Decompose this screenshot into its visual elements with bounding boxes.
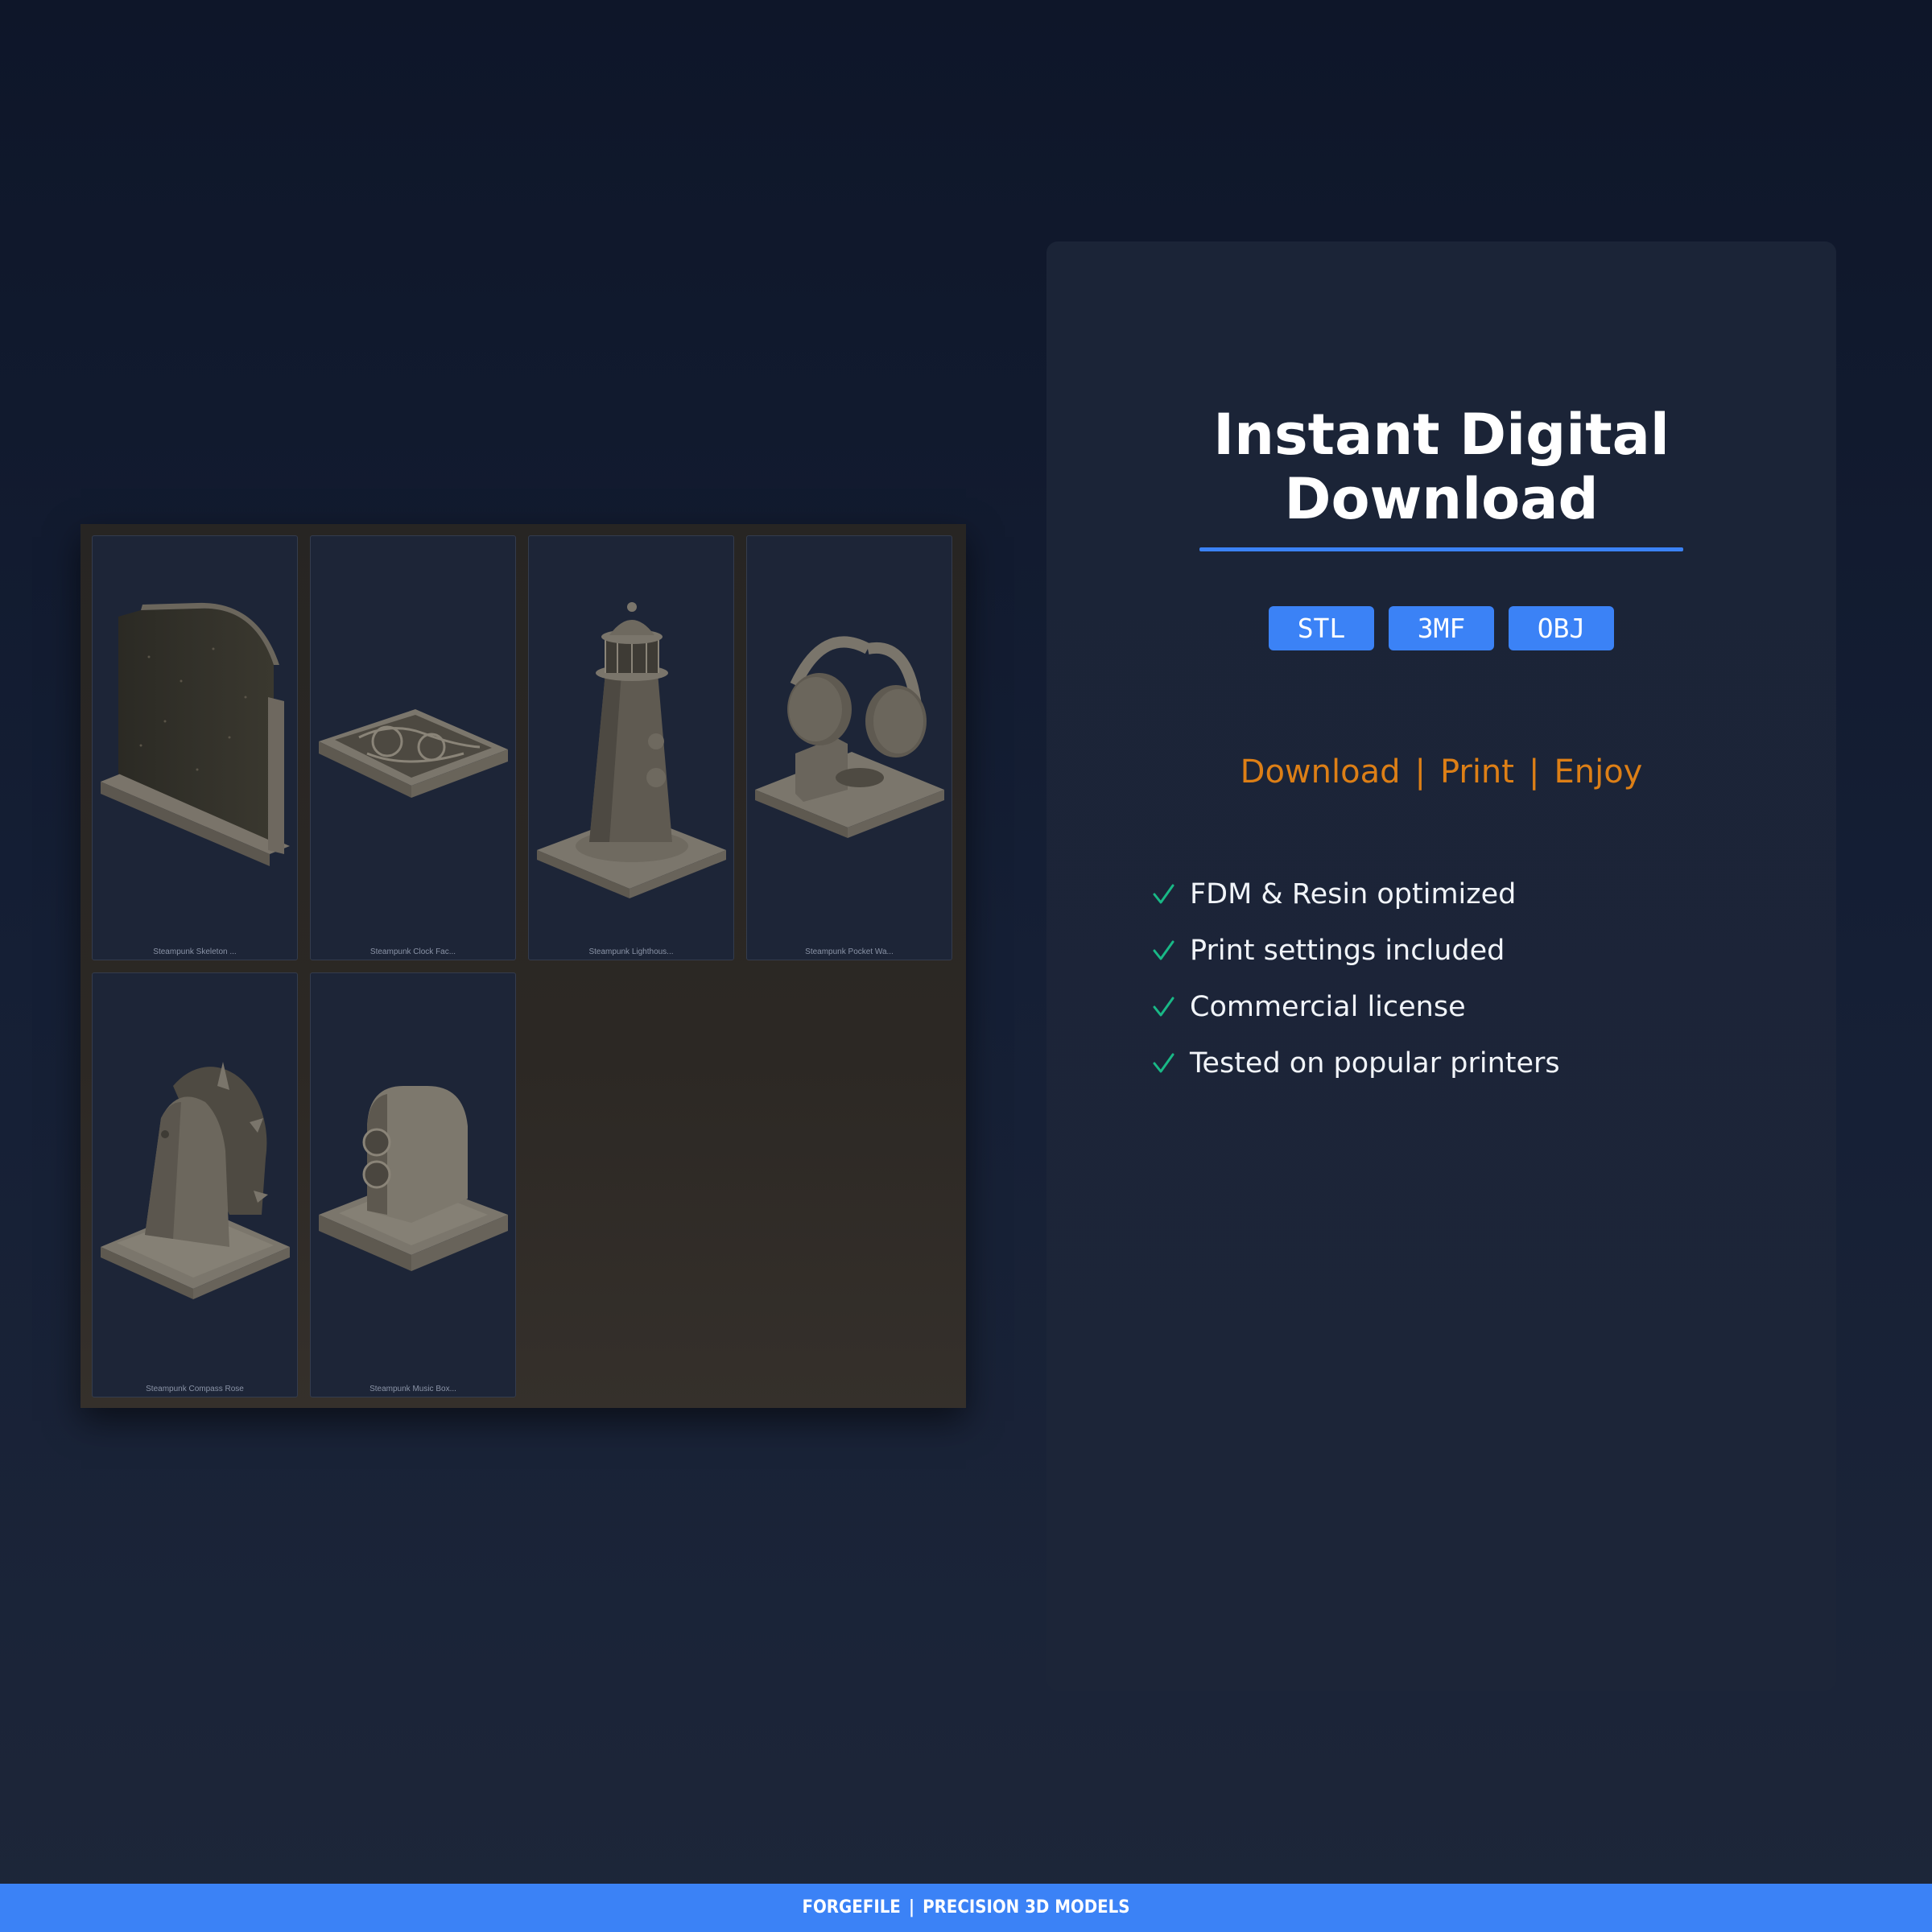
feature-item: FDM & Resin optimized [1151, 866, 1560, 923]
check-icon [1153, 940, 1174, 960]
tagline-print: Print [1439, 753, 1514, 791]
footer-separator: | [908, 1897, 915, 1918]
info-panel: Instant Digital Download STL 3MF OBJ Dow… [1046, 242, 1836, 1690]
skeleton-clock-model [101, 602, 290, 866]
footer-brand: FORGEFILE [802, 1897, 901, 1918]
check-icon [1153, 997, 1174, 1017]
title-line-1: Instant Digital [1213, 402, 1670, 468]
feature-item: Print settings included [1151, 923, 1560, 979]
card-caption: Steampunk Compass Rose [146, 1385, 244, 1393]
format-badge-obj: OBJ [1509, 606, 1614, 650]
tagline-enjoy: Enjoy [1554, 753, 1643, 791]
feature-list: FDM & Resin optimized Print settings inc… [1151, 866, 1560, 1092]
pocket-watch-stand-model [755, 636, 944, 838]
tagline-separator: | [1414, 753, 1426, 791]
model-card-music-box[interactable]: Steampunk Music Box... [310, 972, 516, 1397]
title-line-2: Download [1284, 466, 1599, 532]
card-caption: Steampunk Pocket Wa... [805, 947, 894, 956]
format-badge-stl: STL [1269, 606, 1374, 650]
card-caption: Steampunk Skeleton ... [153, 947, 237, 956]
model-card-pocket-watch[interactable]: Steampunk Pocket Wa... [746, 535, 952, 960]
feature-text: Tested on popular printers [1190, 1047, 1560, 1080]
lighthouse-model [537, 602, 726, 898]
music-box-model [319, 1086, 508, 1271]
feature-text: Commercial license [1190, 991, 1466, 1023]
title-underline [1199, 547, 1683, 551]
model-card-lighthouse[interactable]: Steampunk Lighthous... [528, 535, 734, 960]
tagline-separator: | [1528, 753, 1540, 791]
model-card-clock-face[interactable]: Steampunk Clock Fac... [310, 535, 516, 960]
check-icon [1153, 1053, 1174, 1073]
footer-slogan: PRECISION 3D MODELS [923, 1897, 1130, 1918]
tagline-download: Download [1240, 753, 1401, 791]
format-badges: STL 3MF OBJ [1046, 606, 1836, 650]
panel-title: Instant Digital Download [1046, 402, 1836, 531]
feature-item: Tested on popular printers [1151, 1035, 1560, 1092]
compass-rose-model [101, 1062, 290, 1299]
format-badge-3mf: 3MF [1389, 606, 1494, 650]
model-card-compass-rose[interactable]: Steampunk Compass Rose [92, 972, 298, 1397]
clock-face-tray-model [319, 709, 508, 798]
feature-text: FDM & Resin optimized [1190, 878, 1517, 910]
card-caption: Steampunk Music Box... [369, 1385, 456, 1393]
model-card-skeleton[interactable]: Steampunk Skeleton ... [92, 535, 298, 960]
check-icon [1153, 884, 1174, 904]
tagline: Download | Print | Enjoy [1046, 753, 1836, 791]
card-caption: Steampunk Lighthous... [588, 947, 674, 956]
feature-text: Print settings included [1190, 935, 1505, 967]
feature-item: Commercial license [1151, 979, 1560, 1035]
footer-bar: FORGEFILE | PRECISION 3D MODELS [0, 1884, 1932, 1932]
card-caption: Steampunk Clock Fac... [369, 947, 456, 956]
product-preview-grid: Steampunk Skeleton ... Steampunk Clock F… [80, 524, 966, 1408]
